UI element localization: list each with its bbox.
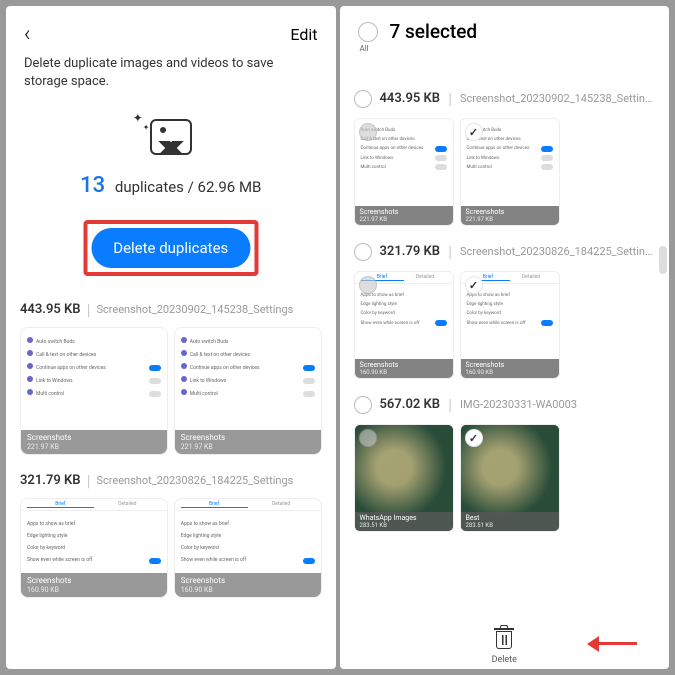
thumb-checkbox[interactable] (359, 276, 377, 294)
subtitle-text: Delete duplicate images and videos to sa… (6, 55, 336, 91)
right-screen: 7 selected All 443.95 KB | Screenshot_20… (340, 6, 670, 669)
group-checkbox[interactable] (354, 243, 372, 261)
left-screen: ‹ Edit Delete duplicate images and video… (6, 6, 336, 669)
thumbnail[interactable]: Auto switch Buds Call & text on other de… (174, 327, 322, 455)
thumb-checkbox-checked[interactable] (465, 429, 483, 447)
all-label: All (360, 44, 369, 53)
group-header: 443.95 KB | Screenshot_20230902_145238_S… (6, 300, 336, 319)
thumbnail[interactable]: BriefDetailed Apps to show as brief Edge… (460, 271, 560, 379)
thumbnail[interactable]: WhatsApp Images283.51 KB (354, 424, 454, 532)
back-icon[interactable]: ‹ (24, 22, 31, 47)
duplicate-stats: 13 duplicates / 62.96 MB (6, 173, 336, 198)
scrollbar[interactable] (659, 246, 667, 274)
group-checkbox[interactable] (354, 90, 372, 108)
thumbnail[interactable]: Auto switch Buds Call & text on other de… (354, 118, 454, 226)
selection-count: 7 selected (390, 20, 478, 43)
thumb-checkbox[interactable] (359, 123, 377, 141)
thumbnail[interactable]: BriefDetailed Apps to show as brief Edge… (354, 271, 454, 379)
group-header: 321.79 KB | Screenshot_20230826_184225_S… (6, 471, 336, 490)
select-all-checkbox[interactable] (358, 22, 378, 42)
arrow-annotation (595, 642, 637, 645)
group-header: 443.95 KB | Screenshot_20230902_145238_S… (340, 85, 670, 112)
group-header: 321.79 KB | Screenshot_20230826_184225_S… (340, 238, 670, 265)
thumbnail[interactable]: BriefDetailed Apps to show as brief Edge… (20, 498, 168, 598)
group-header: 567.02 KB | IMG-20230331-WA0003 (340, 391, 670, 418)
thumb-checkbox-checked[interactable] (465, 276, 483, 294)
thumbnail[interactable]: BriefDetailed Apps to show as brief Edge… (174, 498, 322, 598)
thumbnail[interactable]: Auto switch Buds Call & text on other de… (460, 118, 560, 226)
thumbnail[interactable]: Auto switch Buds Call & text on other de… (20, 327, 168, 455)
thumb-checkbox-checked[interactable] (465, 123, 483, 141)
thumbnail[interactable]: Best283.51 KB (460, 424, 560, 532)
trash-icon[interactable] (496, 631, 512, 649)
hero-icon: ✦ ✦ (6, 115, 336, 159)
highlight-box: Delete duplicates (83, 220, 258, 276)
group-filename: Screenshot_20230826_184225_Settings (96, 474, 321, 487)
edit-button[interactable]: Edit (290, 25, 317, 44)
group-size: 321.79 KB (20, 473, 81, 488)
delete-label[interactable]: Delete (340, 655, 670, 665)
group-filename: Screenshot_20230902_145238_Settings (96, 303, 321, 316)
thumb-checkbox[interactable] (359, 429, 377, 447)
delete-duplicates-button[interactable]: Delete duplicates (91, 228, 250, 268)
arrow-annotation (587, 636, 599, 652)
group-size: 443.95 KB (20, 302, 81, 317)
group-checkbox[interactable] (354, 396, 372, 414)
duplicate-count: 13 (80, 173, 105, 198)
